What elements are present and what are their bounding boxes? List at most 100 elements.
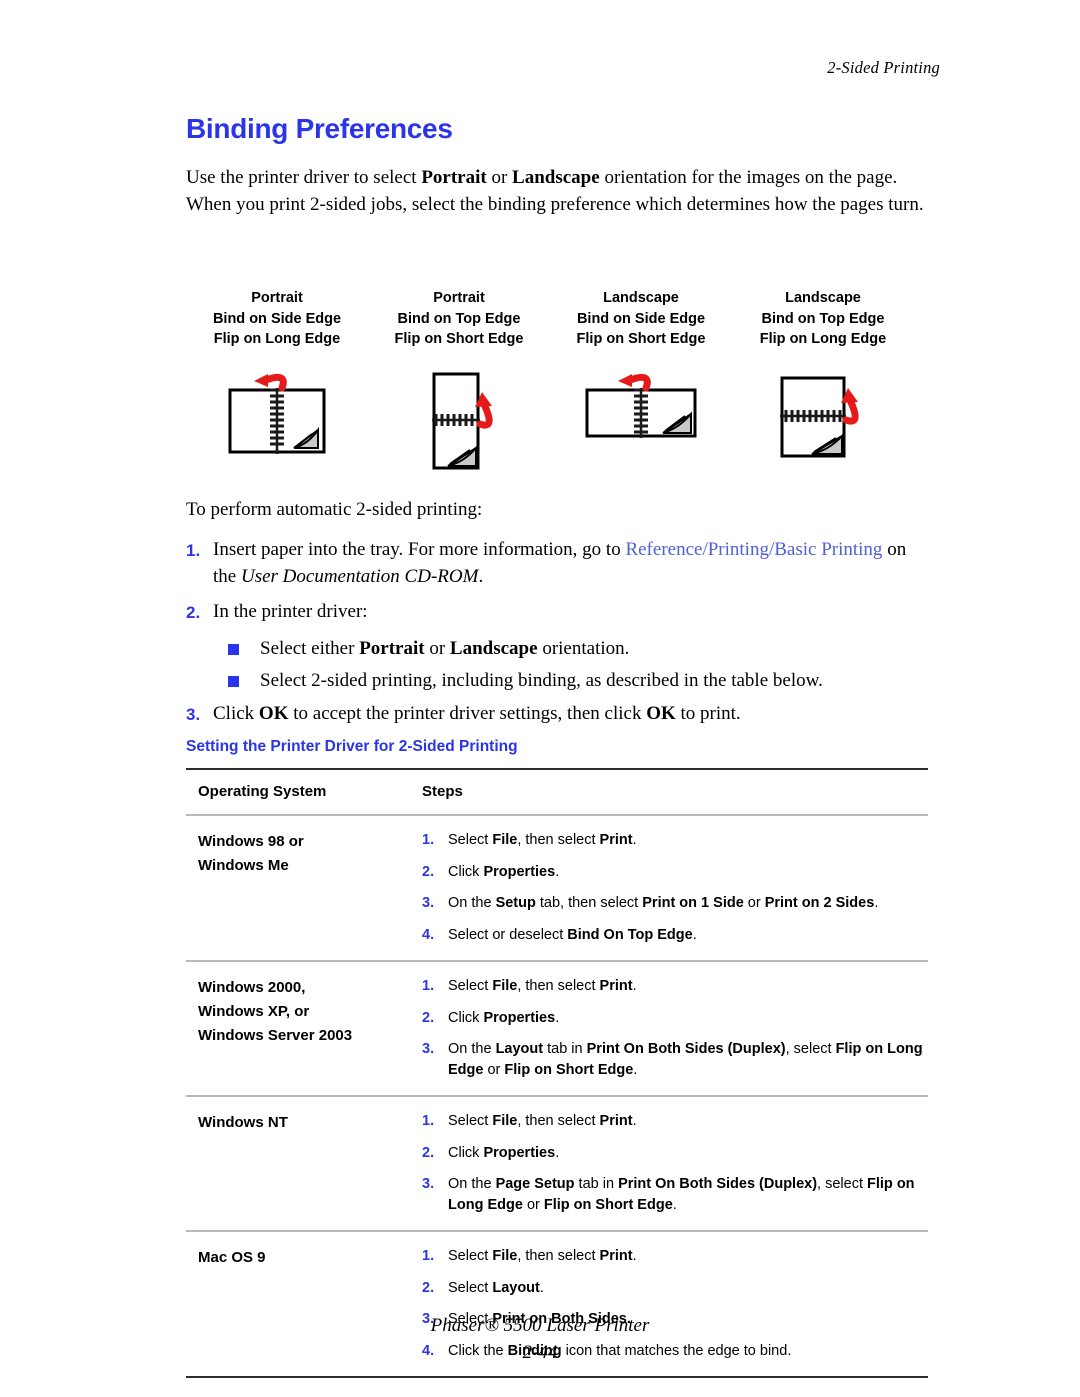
step-emphasis: Layout — [495, 1041, 544, 1057]
step-emphasis: Print On Both Sides (Duplex) — [586, 1041, 786, 1057]
bullet-1-bold1: Portrait — [359, 637, 425, 659]
step-row: 1. Select File, then select Print. — [422, 976, 928, 997]
binding-landscape-top-edge-icon — [768, 368, 878, 483]
binding-option-3: Landscape Bind on Side Edge Flip on Shor… — [550, 288, 732, 483]
step-emphasis: Bind On Top Edge — [567, 926, 693, 943]
step-number: 1. — [422, 1248, 435, 1264]
os-name-line: Mac OS 9 — [198, 1249, 266, 1266]
step-plain: , then select — [517, 1248, 600, 1264]
step-emphasis: Flip on Short Edge — [543, 1196, 673, 1213]
steps-list: 1. Select File, then select Print. 2. Click… — [422, 830, 928, 945]
steps-cell: 1. Select File, then select Print. 2. Click… — [410, 961, 928, 1097]
binding-option-2-labels: Portrait Bind on Top Edge Flip on Short … — [395, 288, 524, 350]
step-row: 2. Click Properties. — [422, 862, 928, 883]
procedure-step-2: 2. In the printer driver: — [186, 599, 931, 627]
os-name-line: Windows 98 or — [198, 833, 304, 850]
step-text: Select File, then select Print. — [448, 1246, 928, 1267]
table-caption: Setting the Printer Driver for 2-Sided P… — [186, 738, 518, 755]
step-plain: . — [692, 926, 697, 943]
step-plain: On the — [448, 1041, 496, 1057]
step-plain: Click — [448, 1009, 484, 1026]
step-row: 3. On the Setup tab, then select Print on… — [422, 893, 928, 914]
step-text: Select File, then select Print. — [448, 976, 928, 997]
bullet-1-bold2: Landscape — [449, 637, 538, 659]
step-plain: or — [483, 1061, 505, 1078]
step-plain: Select — [448, 1113, 493, 1129]
step-plain: . — [632, 832, 637, 848]
step-text: On the Page Setup tab in Print On Both S… — [448, 1174, 928, 1215]
step-number: 3. — [422, 895, 435, 911]
procedure-step-1-number: 1. — [186, 541, 201, 560]
steps-cell: 1. Select File, then select Print. 2. Click… — [410, 815, 928, 962]
intro-bold-portrait: Portrait — [421, 167, 487, 188]
step-row: 2. Select Layout. — [422, 1278, 928, 1299]
binding-option-1-flip: Flip on Long Edge — [213, 331, 341, 347]
binding-option-4-orientation: Landscape — [785, 290, 861, 306]
step-text: On the Setup tab, then select Print on 1… — [448, 893, 928, 914]
binding-landscape-side-edge-icon — [581, 368, 701, 483]
step-1-italic: User Documentation CD-ROM — [240, 565, 479, 587]
step-plain: tab in — [574, 1176, 619, 1192]
os-name-line: Windows NT — [198, 1114, 288, 1131]
step-row: 3. On the Layout tab in Print On Both Sid… — [422, 1039, 928, 1080]
intro-bold-landscape: Landscape — [512, 167, 600, 188]
step-plain: , then select — [517, 832, 600, 848]
step-plain: tab, then select — [535, 895, 643, 911]
binding-option-4-labels: Landscape Bind on Top Edge Flip on Long … — [760, 288, 886, 350]
step-text: Click Properties. — [448, 1008, 928, 1029]
binding-portrait-top-edge-icon — [404, 368, 514, 483]
step-plain: . — [632, 1248, 637, 1264]
procedure-step-1-text: Insert paper into the tray. For more inf… — [213, 537, 931, 590]
table-row: Windows 98 or Windows Me 1. Select File, th… — [186, 815, 928, 962]
binding-option-2-flip: Flip on Short Edge — [394, 331, 524, 347]
binding-portrait-side-edge-icon — [222, 368, 332, 483]
procedure-lead: To perform automatic 2-sided printing: — [186, 499, 483, 520]
step-2-pre: In the printer driver: — [213, 601, 368, 622]
step-text: Select File, then select Print. — [448, 1111, 928, 1132]
table-row: Windows NT 1. Select File, then select Pri… — [186, 1096, 928, 1232]
bullet-item-2: Select 2-sided printing, including bindi… — [186, 668, 931, 695]
step-emphasis: Print — [599, 978, 633, 994]
step-plain: . — [632, 978, 637, 994]
step-plain: Select — [448, 1279, 493, 1296]
step-text: Click Properties. — [448, 862, 928, 883]
bullet-item-1-text: Select either Portrait or Landscape orie… — [260, 636, 629, 663]
binding-option-3-orientation: Landscape — [603, 290, 679, 306]
step-plain: Click — [448, 863, 484, 880]
binding-option-1-labels: Portrait Bind on Side Edge Flip on Long … — [213, 288, 341, 350]
steps-cell: 1. Select File, then select Print. 2. Click… — [410, 1096, 928, 1232]
step-number: 1. — [422, 1113, 435, 1129]
bullet-item-2-text: Select 2-sided printing, including bindi… — [260, 668, 823, 695]
driver-settings-table-section: Setting the Printer Driver for 2-Sided P… — [186, 738, 928, 1378]
step-number: 3. — [422, 1041, 435, 1057]
procedure-step-3: 3. Click OK to accept the printer driver… — [186, 701, 931, 729]
step-emphasis: Print on 1 Side — [642, 895, 744, 911]
step-text: Click Properties. — [448, 1143, 928, 1164]
bullet-2-pre: Select 2-sided printing, including bindi… — [260, 670, 823, 691]
os-name-line: Windows XP, or — [198, 1003, 310, 1020]
step-emphasis: Print on 2 Sides — [764, 895, 875, 911]
basic-printing-link[interactable]: Reference/Printing/Basic Printing — [625, 539, 882, 560]
intro-part2: or — [486, 167, 513, 188]
os-name-line: Windows 2000, — [198, 979, 306, 996]
step-3-post: to print. — [675, 702, 741, 724]
column-header-operating-system: Operating System — [186, 768, 410, 816]
step-text: Select or deselect Bind On Top Edge. — [448, 925, 928, 946]
step-plain: , select — [785, 1041, 836, 1057]
step-plain: , select — [817, 1176, 868, 1192]
binding-option-1-bind: Bind on Side Edge — [212, 310, 342, 327]
binding-option-4-flip: Flip on Long Edge — [759, 331, 887, 347]
procedure-step-1: 1. Insert paper into the tray. For more … — [186, 537, 931, 590]
step-emphasis: File — [492, 1113, 518, 1129]
step-3-bold1: OK — [258, 702, 289, 724]
binding-option-3-labels: Landscape Bind on Side Edge Flip on Shor… — [577, 288, 706, 350]
step-emphasis: Layout — [492, 1279, 540, 1296]
footer-product: Phaser® 5500 Laser Printer — [430, 1315, 650, 1336]
step-plain: . — [633, 1061, 638, 1078]
step-number: 4. — [422, 926, 435, 943]
intro-paragraph: Use the printer driver to select Portrai… — [186, 165, 928, 218]
step-emphasis: Print — [599, 1248, 633, 1264]
step-text: Select File, then select Print. — [448, 830, 928, 851]
step-row: 1. Select File, then select Print. — [422, 1111, 928, 1132]
step-number: 2. — [422, 1009, 435, 1026]
